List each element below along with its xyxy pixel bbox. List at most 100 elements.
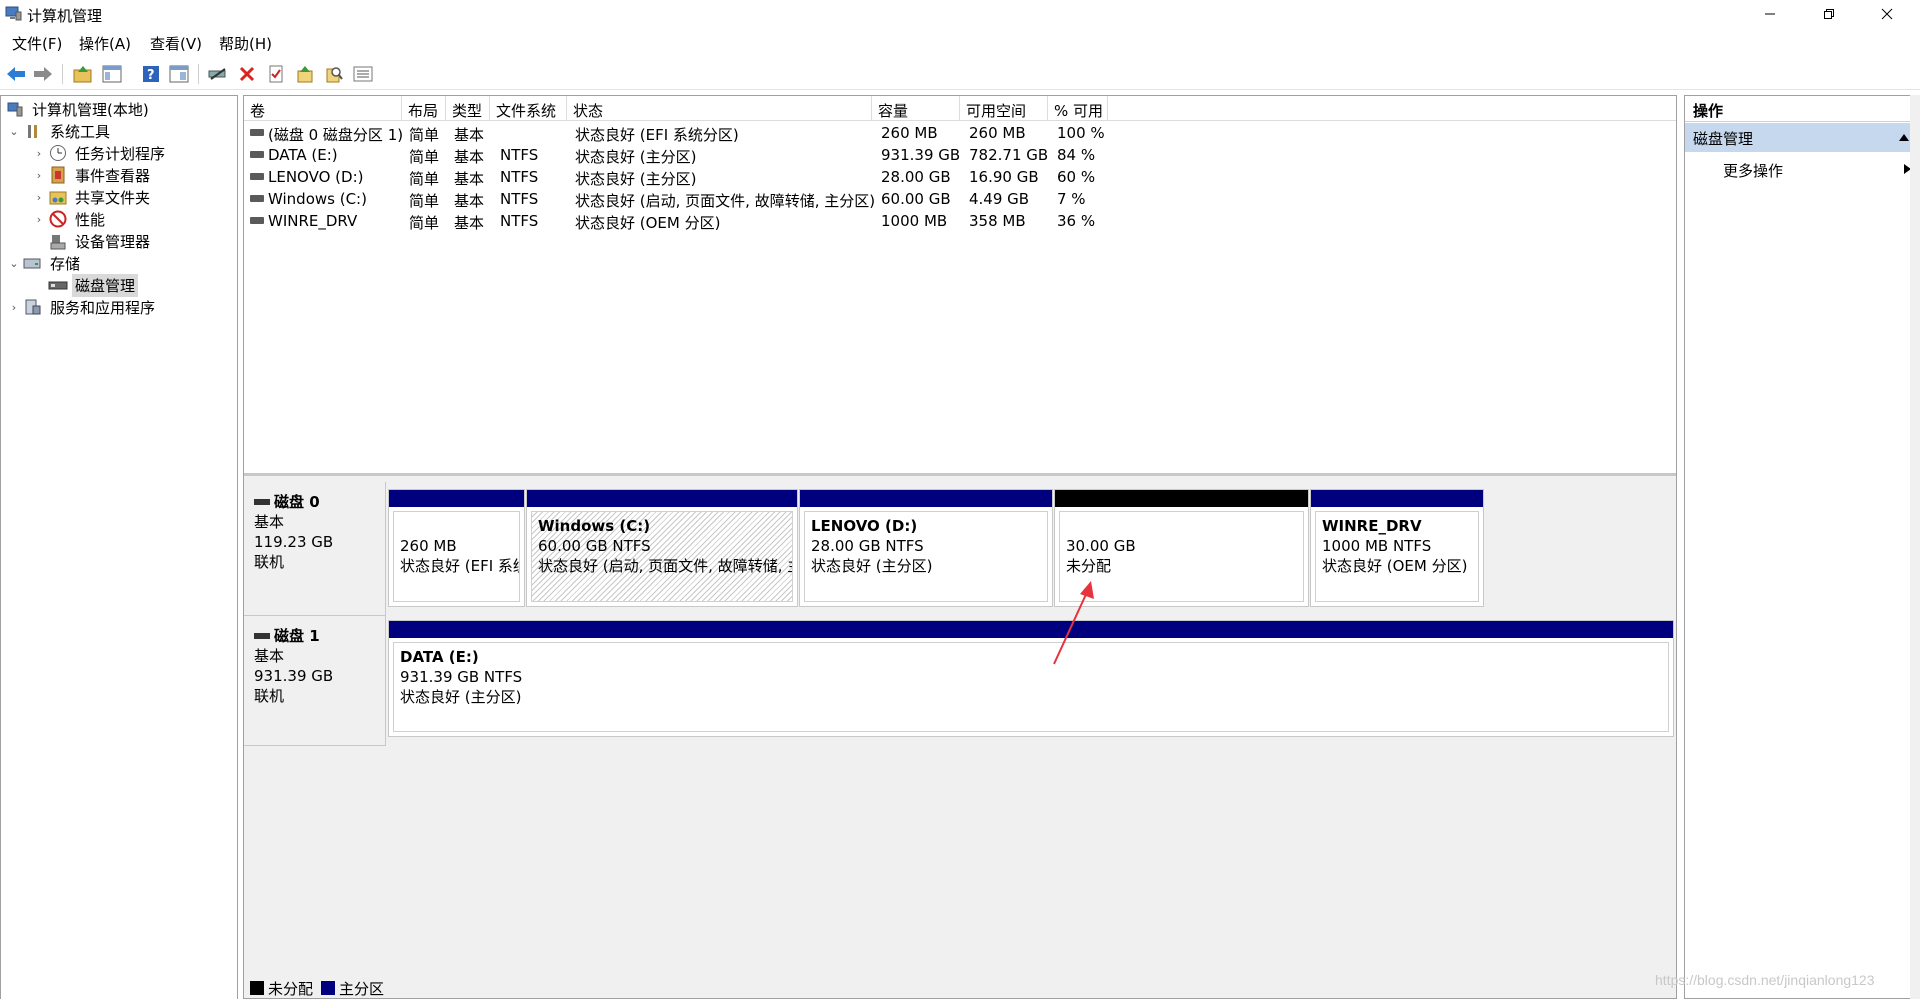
menu-view[interactable]: 查看(V) (150, 33, 202, 54)
up-icon (73, 66, 92, 83)
scrollbar[interactable] (1910, 95, 1920, 999)
volume-list-header: 卷 布局 类型 文件系统 状态 容量 可用空间 % 可用 (244, 96, 1676, 121)
disk-name: 磁盘 0 (274, 493, 320, 511)
volume-type: 基本 (454, 214, 485, 232)
partition-blank-line (400, 516, 513, 536)
disk-kind: 基本 (254, 647, 285, 665)
restore-icon (1824, 9, 1834, 19)
close-button[interactable] (1858, 0, 1916, 28)
chevron-right-icon[interactable]: › (32, 191, 46, 204)
column-header-volume[interactable]: 卷 (244, 96, 402, 121)
tree-item-performance[interactable]: › 性能 (32, 208, 108, 230)
computer-management-icon (5, 6, 22, 21)
partition-efi[interactable]: 260 MB 状态良好 (EFI 系统 (388, 489, 525, 607)
volume-name: (磁盘 0 磁盘分区 1) (268, 126, 404, 144)
volume-capacity: 1000 MB (881, 212, 948, 230)
volume-row[interactable]: WINRE_DRV 简单 基本 NTFS 状态良好 (OEM 分区) 1000 … (244, 210, 1676, 232)
partition-body: Windows (C:) 60.00 GB NTFS 状态良好 (启动, 页面文… (531, 511, 793, 602)
partition-windows-c[interactable]: Windows (C:) 60.00 GB NTFS 状态良好 (启动, 页面文… (526, 489, 798, 607)
help-button[interactable]: ? (140, 63, 162, 85)
partition-status: 状态良好 (主分区) (811, 557, 933, 575)
up-button[interactable] (72, 63, 94, 85)
chevron-right-icon[interactable]: › (32, 147, 46, 160)
column-header-capacity[interactable]: 容量 (872, 96, 960, 121)
chevron-right-icon[interactable]: › (32, 213, 46, 226)
partition-status: 状态良好 (主分区) (400, 688, 522, 706)
partition-winre[interactable]: WINRE_DRV 1000 MB NTFS 状态良好 (OEM 分区) (1310, 489, 1484, 607)
volume-row[interactable]: LENOVO (D:) 简单 基本 NTFS 状态良好 (主分区) 28.00 … (244, 166, 1676, 188)
volume-row[interactable]: Windows (C:) 简单 基本 NTFS 状态良好 (启动, 页面文件, … (244, 188, 1676, 210)
chevron-down-icon[interactable]: ⌄ (7, 125, 21, 138)
chevron-right-icon[interactable]: › (7, 301, 21, 314)
menu-action[interactable]: 操作(A) (79, 33, 131, 54)
export-icon (297, 66, 313, 83)
disk-kind: 基本 (254, 513, 285, 531)
tree-item-system-tools[interactable]: ⌄ 系统工具 (7, 120, 113, 142)
column-header-type[interactable]: 类型 (446, 96, 490, 121)
connect-button[interactable] (207, 63, 229, 85)
tree-item-task-scheduler[interactable]: › 任务计划程序 (32, 142, 168, 164)
volume-type: 基本 (454, 170, 485, 188)
volume-free: 4.49 GB (969, 190, 1030, 208)
disk-name: 磁盘 1 (274, 627, 320, 645)
column-header-status[interactable]: 状态 (567, 96, 872, 121)
primary-partition-bar (800, 490, 1052, 507)
view-button[interactable] (168, 63, 190, 85)
volume-percent: 84 % (1057, 146, 1096, 164)
collapse-up-icon[interactable] (1899, 134, 1909, 141)
chevron-right-icon[interactable]: › (32, 169, 46, 182)
volume-row[interactable]: (磁盘 0 磁盘分区 1) 简单 基本 状态良好 (EFI 系统分区) 260 … (244, 122, 1676, 144)
search-icon (326, 67, 343, 83)
partition-status: 状态良好 (OEM 分区) (1322, 557, 1468, 575)
forward-button[interactable] (32, 63, 54, 85)
tree-item-disk-management[interactable]: 磁盘管理 (46, 273, 139, 297)
disk-state: 联机 (254, 687, 285, 705)
chevron-down-icon[interactable]: ⌄ (7, 257, 21, 270)
list-button[interactable] (352, 63, 374, 85)
show-hide-tree-button[interactable] (101, 63, 123, 85)
more-actions-item[interactable]: 更多操作 (1685, 156, 1919, 182)
tree-item-device-manager[interactable]: 设备管理器 (46, 230, 153, 252)
search-button[interactable] (323, 63, 345, 85)
export-button[interactable] (294, 63, 316, 85)
tree-item-shared-folders[interactable]: › 共享文件夹 (32, 186, 153, 208)
partition-name: WINRE_DRV (1322, 517, 1422, 535)
restore-button[interactable] (1800, 0, 1858, 28)
volume-layout: 简单 (409, 214, 440, 232)
svg-text:?: ? (147, 68, 155, 83)
title-bar: 计算机管理 (0, 0, 1920, 28)
column-header-filesystem[interactable]: 文件系统 (490, 96, 567, 121)
menu-file[interactable]: 文件(F) (12, 33, 62, 54)
properties-button[interactable] (265, 63, 287, 85)
actions-section-disk-management[interactable]: 磁盘管理 (1685, 123, 1919, 152)
partition-name: DATA (E:) (400, 648, 479, 666)
volume-capacity: 60.00 GB (881, 190, 951, 208)
volume-capacity: 931.39 GB (881, 146, 961, 164)
column-header-layout[interactable]: 布局 (402, 96, 446, 121)
menu-help[interactable]: 帮助(H) (219, 33, 272, 54)
disk-0-label[interactable]: 磁盘 0 基本 119.23 GB 联机 (244, 482, 386, 616)
delete-button[interactable] (236, 63, 258, 85)
minimize-button[interactable] (1741, 0, 1799, 28)
volume-fs: NTFS (500, 212, 539, 230)
device-manager-icon (48, 232, 68, 250)
partition-size: 30.00 GB (1066, 537, 1136, 555)
legend-unallocated-label: 未分配 (268, 979, 314, 998)
disk-1-label[interactable]: 磁盘 1 基本 931.39 GB 联机 (244, 616, 386, 746)
column-header-percent-free[interactable]: % 可用 (1048, 96, 1108, 121)
partition-status: 状态良好 (启动, 页面文件, 故障转储, 主 (538, 557, 793, 575)
unallocated-bar (1055, 490, 1308, 507)
tree-item-storage[interactable]: ⌄ 存储 (7, 252, 83, 274)
volume-free: 260 MB (969, 124, 1026, 142)
partition-data-e[interactable]: DATA (E:) 931.39 GB NTFS 状态良好 (主分区) (388, 620, 1674, 737)
actions-header: 操作 (1685, 96, 1919, 122)
tree-item-root[interactable]: 计算机管理(本地) (3, 98, 152, 120)
volume-status: 状态良好 (主分区) (575, 148, 697, 166)
partition-lenovo-d[interactable]: LENOVO (D:) 28.00 GB NTFS 状态良好 (主分区) (799, 489, 1053, 607)
tree-item-event-viewer[interactable]: › 事件查看器 (32, 164, 153, 186)
tree-item-services-apps[interactable]: › 服务和应用程序 (7, 296, 158, 318)
volume-row[interactable]: DATA (E:) 简单 基本 NTFS 状态良好 (主分区) 931.39 G… (244, 144, 1676, 166)
column-header-free[interactable]: 可用空间 (960, 96, 1048, 121)
help-icon: ? (143, 66, 159, 83)
back-button[interactable] (5, 63, 27, 85)
